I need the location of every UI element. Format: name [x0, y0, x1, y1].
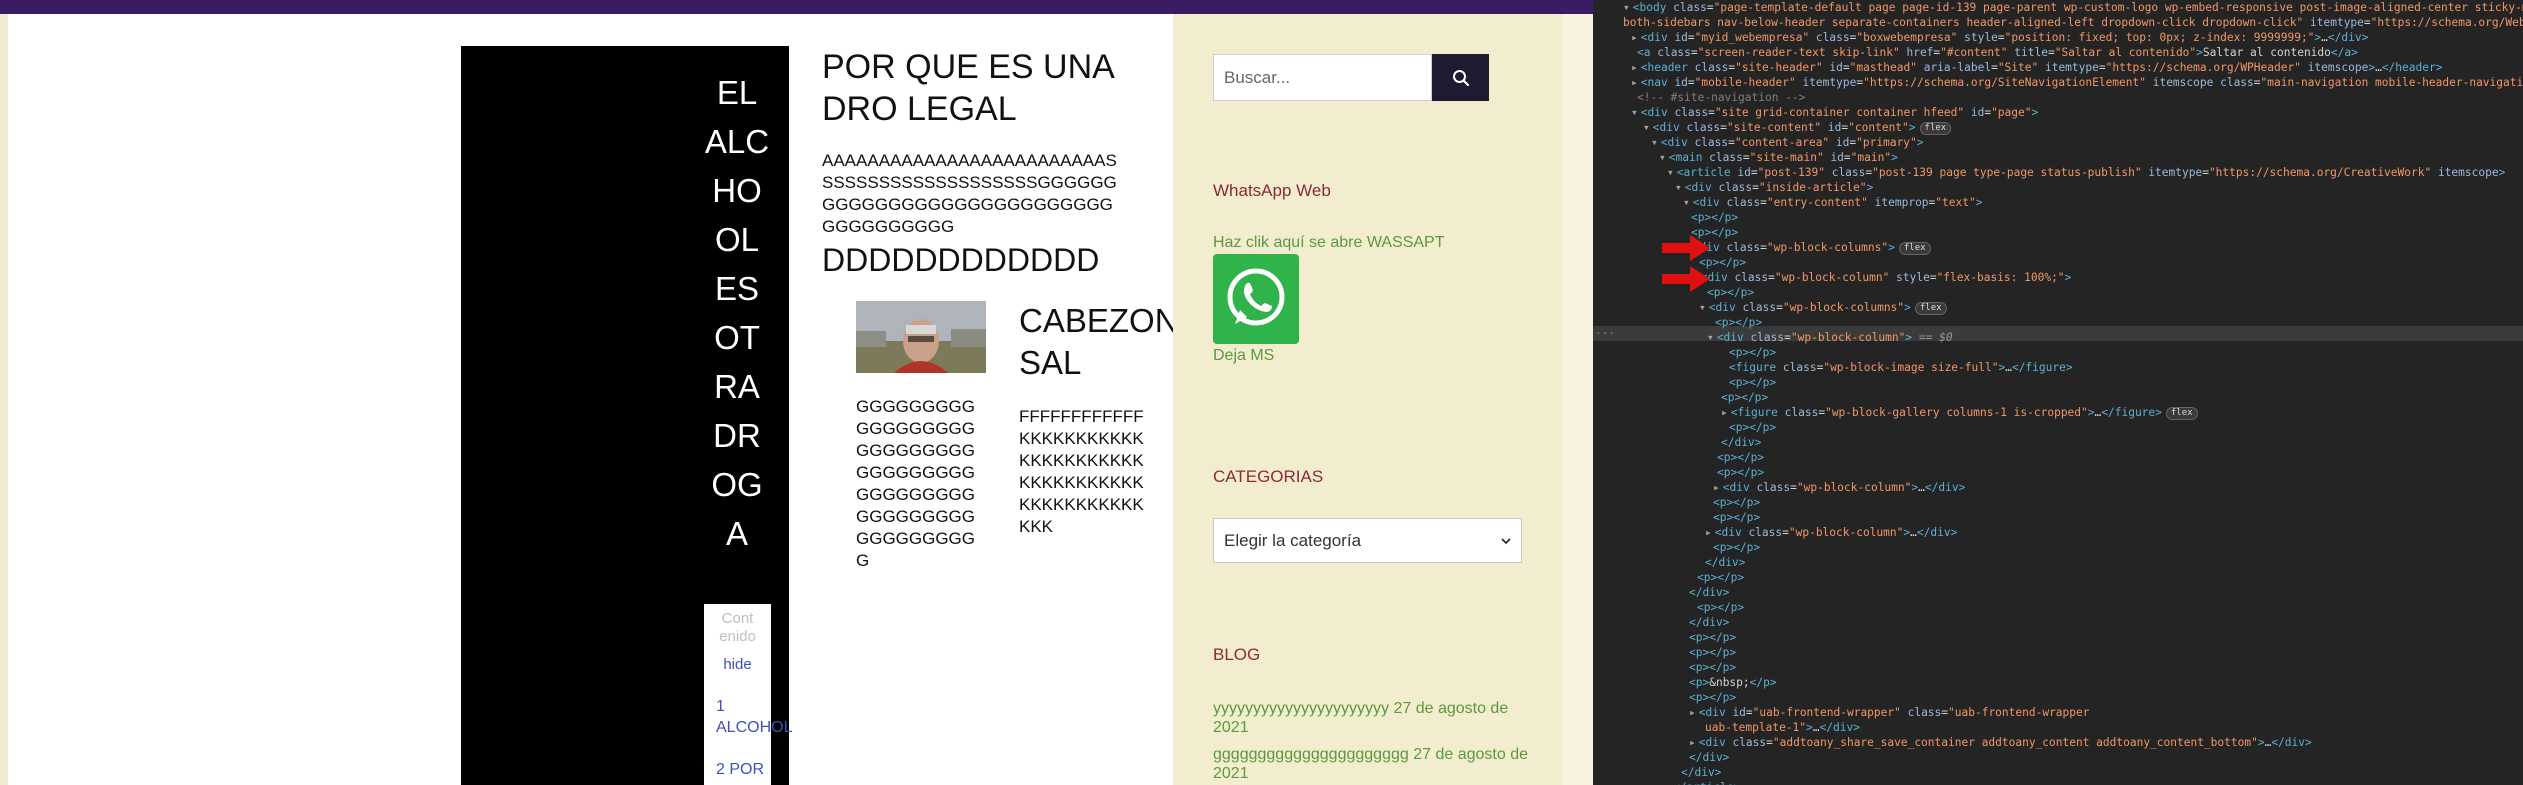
top-bar	[0, 0, 1593, 14]
search-icon	[1452, 69, 1469, 86]
node-options-icon[interactable]: ···	[1595, 326, 1615, 341]
blog-heading: BLOG	[1213, 645, 1261, 664]
dom-node-line[interactable]: ▾ <div class="content-area" id="primary">	[1651, 135, 1924, 150]
dom-node-line[interactable]: ▸ <div class="addtoany_share_save_contain…	[1689, 735, 2312, 750]
red-arrow-icon	[1662, 266, 1710, 292]
toc-title: Cont enido	[719, 610, 756, 645]
flex-badge[interactable]: flex	[1919, 122, 1952, 135]
dom-node-line[interactable]: ▸ <figure class="wp-block-gallery columns…	[1721, 405, 2198, 420]
dom-node-line[interactable]: ▾ <div class="inside-article">	[1675, 180, 1873, 195]
dom-node-line[interactable]: <p></p>	[1689, 690, 1736, 705]
devtools-elements-panel: ··· ▾ <body class="page-template-default …	[1593, 0, 2523, 785]
dom-node-line[interactable]: <p></p>	[1707, 285, 1754, 300]
blog-post-item[interactable]: yyyyyyyyyyyyyyyyyyyyyy 27 de agosto de 2…	[1213, 699, 1533, 737]
flex-badge[interactable]: flex	[1898, 242, 1931, 255]
deja-ms-link[interactable]: Deja MS	[1213, 347, 1274, 365]
dom-node-line[interactable]: ▸ <div id="myid_webempresa" class="boxweb…	[1631, 30, 2368, 45]
dom-node-line[interactable]: <figure class="wp-block-image size-full"…	[1729, 360, 2073, 375]
dom-node-line[interactable]: <p></p>	[1689, 630, 1736, 645]
dom-node-line[interactable]: <!-- #site-navigation -->	[1637, 90, 1805, 105]
article-subheading: DDDDDDDDDDDD	[822, 242, 1100, 278]
dom-node-line[interactable]: <p></p>	[1717, 450, 1764, 465]
dom-node-line[interactable]: <p></p>	[1715, 315, 1762, 330]
dom-node-line[interactable]: <p></p>	[1729, 420, 1776, 435]
search-input[interactable]	[1213, 54, 1432, 101]
dom-node-line[interactable]: both-sidebars nav-below-header separate-…	[1623, 15, 2523, 30]
dom-node-line[interactable]: ▸ <div id="uab-frontend-wrapper" class="u…	[1689, 705, 2089, 720]
toc-hide-link[interactable]: hide	[704, 656, 771, 673]
chevron-down-icon	[1501, 537, 1511, 544]
dom-node-line[interactable]: <p></p>	[1729, 345, 1776, 360]
dom-node-line[interactable]: <a class="screen-reader-text skip-link" …	[1637, 45, 2358, 60]
dom-node-line[interactable]: <p></p>	[1713, 540, 1760, 555]
dom-node-line[interactable]: ▾ <div class="entry-content" itemprop="te…	[1683, 195, 1982, 210]
article-paragraph: AAAAAAAAAAAAAAAAAAAAAAAAASSSSSSSSSSSSSSS…	[822, 151, 1117, 236]
dom-node-line[interactable]: <p></p>	[1689, 645, 1736, 660]
category-select-value: Elegir la categoría	[1224, 530, 1362, 550]
dom-node-line[interactable]: <p></p>	[1713, 495, 1760, 510]
dom-node-line[interactable]: <p></p>	[1697, 570, 1744, 585]
caption-paragraph: FFFFFFFFFFFFKKKKKKKKKKKKKKKKKKKKKKKKKKKK…	[1019, 407, 1144, 536]
dom-node-line[interactable]: uab-template-1">…</div>	[1705, 720, 1860, 735]
dom-node-line[interactable]: <p></p>	[1697, 600, 1744, 615]
category-select[interactable]: Elegir la categoría	[1213, 518, 1522, 563]
toc-item-2[interactable]: 2 POR	[716, 759, 768, 780]
dom-node-line[interactable]: ▾<div class="wp-block-columns">flex	[1699, 300, 1947, 315]
dom-node-line[interactable]: <p></p>	[1729, 375, 1776, 390]
whatsapp-heading: WhatsApp Web	[1213, 181, 1331, 200]
dom-node-line[interactable]: </div>	[1681, 765, 1721, 780]
dom-node-line[interactable]: ▾<div class="wp-block-columns">flex	[1683, 240, 1931, 255]
red-arrow-icon	[1662, 235, 1710, 261]
dom-node-line[interactable]: <p></p>	[1717, 465, 1764, 480]
dom-node-line[interactable]: ▾ <div class="wp-block-column"> == $0	[1707, 330, 1953, 345]
dom-node-line[interactable]: <p></p>	[1689, 660, 1736, 675]
dom-node-line[interactable]: ▾ <div class="site grid-container contain…	[1631, 105, 2038, 120]
blog-post-title[interactable]: gggggggggggggggggggggg	[1213, 746, 1409, 763]
photo-paragraph: GGGGGGGGGGGGGGGGGGGGGGGGGGGGGGGGGGGGGGGG…	[856, 397, 976, 570]
whatsapp-icon[interactable]	[1213, 254, 1299, 344]
flex-badge[interactable]: flex	[2165, 407, 2198, 420]
dom-node-line[interactable]: </div>	[1689, 585, 1729, 600]
dom-node-line[interactable]: <p></p>	[1721, 390, 1768, 405]
left-gutter	[0, 14, 8, 785]
article-heading: POR QUE ES UNA DRO LEGAL	[822, 48, 1113, 128]
toc-item-1[interactable]: 1 ALCOHOL	[716, 696, 792, 738]
dom-node-line[interactable]: <p></p>	[1713, 510, 1760, 525]
dom-node-line[interactable]: ▸ <div class="wp-block-column">…</div>	[1713, 480, 1965, 495]
dom-node-line[interactable]: ▸ <nav id="mobile-header" itemtype="https…	[1631, 75, 2523, 90]
dom-node-line[interactable]: ▾<div class="wp-block-column" style="fle…	[1691, 270, 2071, 285]
sidebar	[1173, 14, 1563, 785]
blog-post-item[interactable]: gggggggggggggggggggggg 27 de agosto de 2…	[1213, 745, 1533, 783]
categories-heading: CATEGORIAS	[1213, 467, 1324, 486]
dom-node-line[interactable]: </div>	[1721, 435, 1761, 450]
dom-node-line[interactable]: <p>&nbsp;</p>	[1689, 675, 1777, 690]
dom-node-line[interactable]: ▾ <div class="site-content" id="content">…	[1643, 120, 1952, 135]
dom-node-line[interactable]: <p></p>	[1691, 210, 1738, 225]
blog-post-title[interactable]: yyyyyyyyyyyyyyyyyyyyyy	[1213, 700, 1389, 717]
search-button[interactable]	[1432, 54, 1489, 101]
screen: EL ALCHOOLESOTRADROGA Cont enido hide 1 …	[0, 0, 2523, 785]
dom-node-line[interactable]: </article>	[1673, 780, 1740, 785]
dom-node-line[interactable]: </div>	[1689, 750, 1729, 765]
dom-node-line[interactable]: ▾ <article id="post-139" class="post-139 …	[1667, 165, 2505, 180]
article-photo	[856, 301, 986, 373]
flex-badge[interactable]: flex	[1914, 302, 1947, 315]
dom-node-line[interactable]: ▾ <body class="page-template-default page…	[1623, 0, 2523, 15]
page-title-vertical: EL ALCHOOLESOTRADROGA	[704, 74, 770, 552]
dom-node-line[interactable]: </div>	[1705, 555, 1745, 570]
table-of-contents: Cont enido hide 1 ALCOHOL 2 POR	[704, 604, 792, 785]
dom-node-line[interactable]: ▾ <main class="site-main" id="main">	[1659, 150, 1898, 165]
whatsapp-link[interactable]: Haz clik aquí se abre WASSAPT	[1213, 234, 1445, 252]
dom-node-line[interactable]: ▸ <div class="wp-block-column">…</div>	[1705, 525, 1957, 540]
dom-node-line[interactable]: ▸ <header class="site-header" id="masthea…	[1631, 60, 2442, 75]
photo-caption-heading: CABEZON SAL	[1019, 302, 1179, 381]
website-viewport: EL ALCHOOLESOTRADROGA Cont enido hide 1 …	[0, 0, 1593, 785]
dom-node-line[interactable]: </div>	[1689, 615, 1729, 630]
